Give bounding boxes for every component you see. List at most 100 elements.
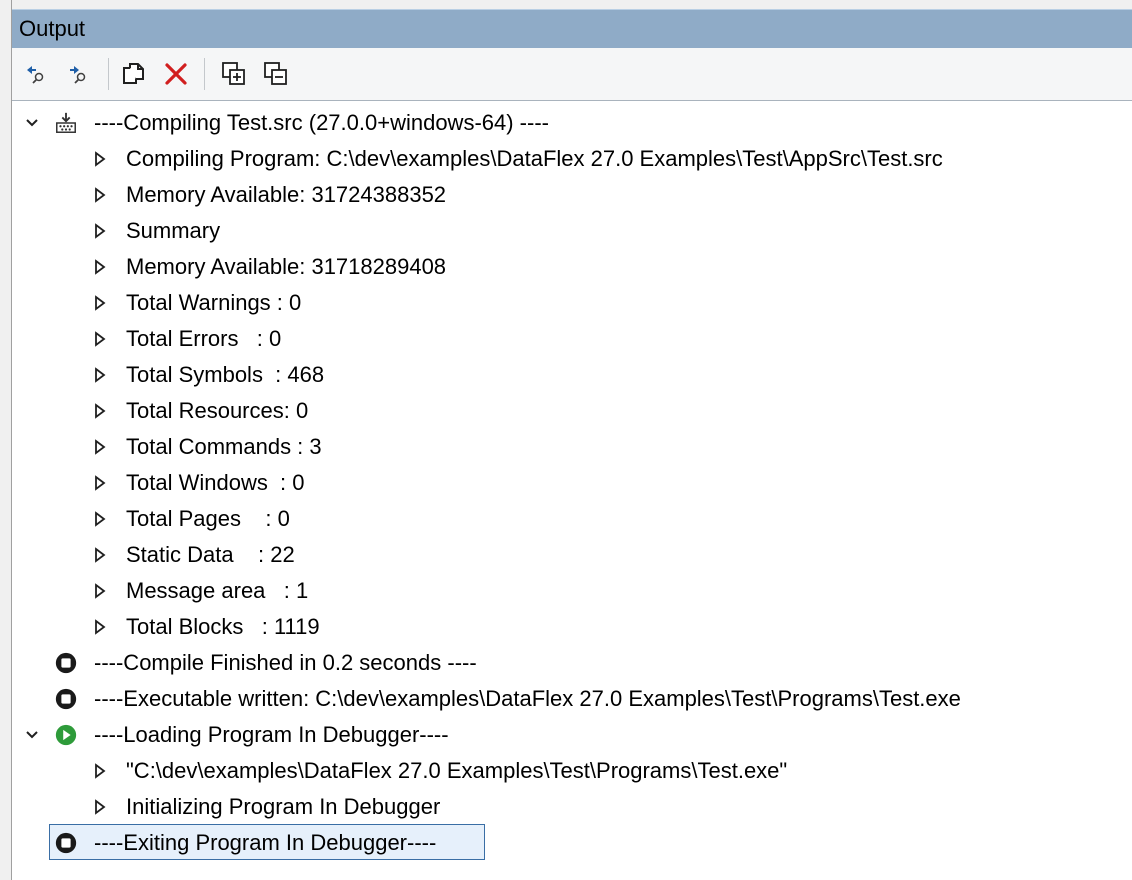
tree-item-label: Total Warnings : 0 <box>126 290 302 315</box>
expand-toggle[interactable] <box>90 365 110 385</box>
toolbar-separator <box>204 58 205 90</box>
toolbar-separator <box>108 58 109 90</box>
output-toolbar <box>12 48 1132 101</box>
triangle-right-icon <box>95 511 106 527</box>
tree-item-label: ----Compiling Test.src (27.0.0+windows-6… <box>94 110 549 135</box>
tree-row[interactable]: Total Commands : 3 <box>12 429 1112 465</box>
chevron-down-icon <box>26 119 38 127</box>
output-title-bar[interactable]: Output <box>12 9 1132 48</box>
expand-all-button[interactable] <box>218 58 250 90</box>
clear-icon <box>165 63 187 85</box>
triangle-right-icon <box>95 583 106 599</box>
tree-row[interactable]: "C:\dev\examples\DataFlex 27.0 Examples\… <box>12 753 1112 789</box>
expand-toggle[interactable] <box>90 329 110 349</box>
tree-item-label: Total Symbols : 468 <box>126 362 325 387</box>
triangle-right-icon <box>95 295 106 311</box>
compile-icon <box>54 111 78 135</box>
triangle-right-icon <box>95 475 106 491</box>
expand-toggle[interactable] <box>22 725 42 745</box>
triangle-right-icon <box>95 439 106 455</box>
expand-toggle[interactable] <box>90 581 110 601</box>
output-tree[interactable]: ----Compiling Test.src (27.0.0+windows-6… <box>12 101 1132 880</box>
tree-item-label: Message area : 1 <box>126 578 309 603</box>
output-panel: Output ----Compiling Test.src (27.0.0+wi… <box>0 0 1132 880</box>
expand-toggle[interactable] <box>90 545 110 565</box>
tree-row-compile[interactable]: ----Compiling Test.src (27.0.0+windows-6… <box>12 105 1112 141</box>
triangle-right-icon <box>95 223 106 239</box>
tree-row[interactable]: Total Windows : 0 <box>12 465 1112 501</box>
go-to-next-message-icon <box>70 66 86 84</box>
expand-toggle[interactable] <box>90 617 110 637</box>
expand-toggle[interactable] <box>22 113 42 133</box>
expand-toggle[interactable] <box>90 149 110 169</box>
tree-row[interactable]: Total Symbols : 468 <box>12 357 1112 393</box>
tree-row-executable-written[interactable]: ----Executable written: C:\dev\examples\… <box>12 681 1112 717</box>
triangle-right-icon <box>95 151 106 167</box>
copy-button[interactable] <box>118 58 150 90</box>
tree-item-label: Memory Available: 31724388352 <box>126 182 447 207</box>
clear-button[interactable] <box>160 58 192 90</box>
tree-row[interactable]: Memory Available: 31718289408 <box>12 249 1112 285</box>
triangle-right-icon <box>95 799 106 815</box>
tree-item-label: ----Exiting Program In Debugger---- <box>94 830 437 855</box>
triangle-right-icon <box>95 619 106 635</box>
tree-item-label: Compiling Program: C:\dev\examples\DataF… <box>126 146 943 171</box>
tree-row[interactable]: Total Resources: 0 <box>12 393 1112 429</box>
top-edge <box>0 0 1132 9</box>
expand-toggle[interactable] <box>90 473 110 493</box>
tree-row[interactable]: Initializing Program In Debugger <box>12 789 1112 825</box>
tree-row[interactable]: Total Errors : 0 <box>12 321 1112 357</box>
previous-message-button[interactable] <box>20 58 52 90</box>
stop-icon <box>54 831 78 855</box>
collapse-all-button[interactable] <box>260 58 292 90</box>
triangle-right-icon <box>95 367 106 383</box>
left-edge <box>0 0 12 880</box>
tree-row[interactable]: Static Data : 22 <box>12 537 1112 573</box>
tree-item-label: Static Data : 22 <box>126 542 295 567</box>
tree-item-label: Total Windows : 0 <box>126 470 305 495</box>
tree-item-label: "C:\dev\examples\DataFlex 27.0 Examples\… <box>126 758 788 783</box>
tree-item-label: Total Resources: 0 <box>126 398 309 423</box>
tree-row[interactable]: Memory Available: 31724388352 <box>12 177 1112 213</box>
expand-toggle[interactable] <box>90 221 110 241</box>
panel-title: Output <box>19 16 86 41</box>
expand-toggle[interactable] <box>90 401 110 421</box>
tree-row-exiting-debugger[interactable]: ----Exiting Program In Debugger---- <box>12 825 1112 861</box>
tree-row[interactable]: Summary <box>12 213 1112 249</box>
tree-row[interactable]: Total Warnings : 0 <box>12 285 1112 321</box>
tree-row-compile-finished[interactable]: ----Compile Finished in 0.2 seconds ---- <box>12 645 1112 681</box>
tree-item-label: Initializing Program In Debugger <box>126 794 441 819</box>
tree-item-label: Summary <box>126 218 221 243</box>
tree-row[interactable]: Compiling Program: C:\dev\examples\DataF… <box>12 141 1112 177</box>
tree-row[interactable]: Total Blocks : 1119 <box>12 609 1112 645</box>
expand-toggle[interactable] <box>90 509 110 529</box>
tree-item-label: Memory Available: 31718289408 <box>126 254 447 279</box>
stop-icon <box>54 651 78 675</box>
expand-toggle[interactable] <box>90 761 110 781</box>
expand-toggle[interactable] <box>90 257 110 277</box>
expand-toggle[interactable] <box>90 293 110 313</box>
go-to-previous-message-icon <box>27 66 44 84</box>
next-message-button[interactable] <box>62 58 94 90</box>
tree-item-label: Total Commands : 3 <box>126 434 322 459</box>
triangle-right-icon <box>95 331 106 347</box>
triangle-right-icon <box>95 259 106 275</box>
expand-toggle[interactable] <box>90 185 110 205</box>
expand-toggle[interactable] <box>90 797 110 817</box>
chevron-down-icon <box>26 731 38 739</box>
tree-row-loading-debugger[interactable]: ----Loading Program In Debugger---- <box>12 717 1112 753</box>
triangle-right-icon <box>95 547 106 563</box>
tree-item-label: Total Pages : 0 <box>126 506 290 531</box>
tree-item-label: Total Errors : 0 <box>126 326 282 351</box>
tree-item-label: ----Executable written: C:\dev\examples\… <box>94 686 961 711</box>
collapse-all-icon <box>264 62 287 85</box>
tree-row[interactable]: Total Pages : 0 <box>12 501 1112 537</box>
triangle-right-icon <box>95 187 106 203</box>
tree-item-label: Total Blocks : 1119 <box>126 614 320 639</box>
triangle-right-icon <box>95 403 106 419</box>
tree-row[interactable]: Message area : 1 <box>12 573 1112 609</box>
expand-toggle[interactable] <box>90 437 110 457</box>
tree-item-label: ----Compile Finished in 0.2 seconds ---- <box>94 650 477 675</box>
play-icon <box>54 723 78 747</box>
expand-all-icon <box>222 62 245 85</box>
